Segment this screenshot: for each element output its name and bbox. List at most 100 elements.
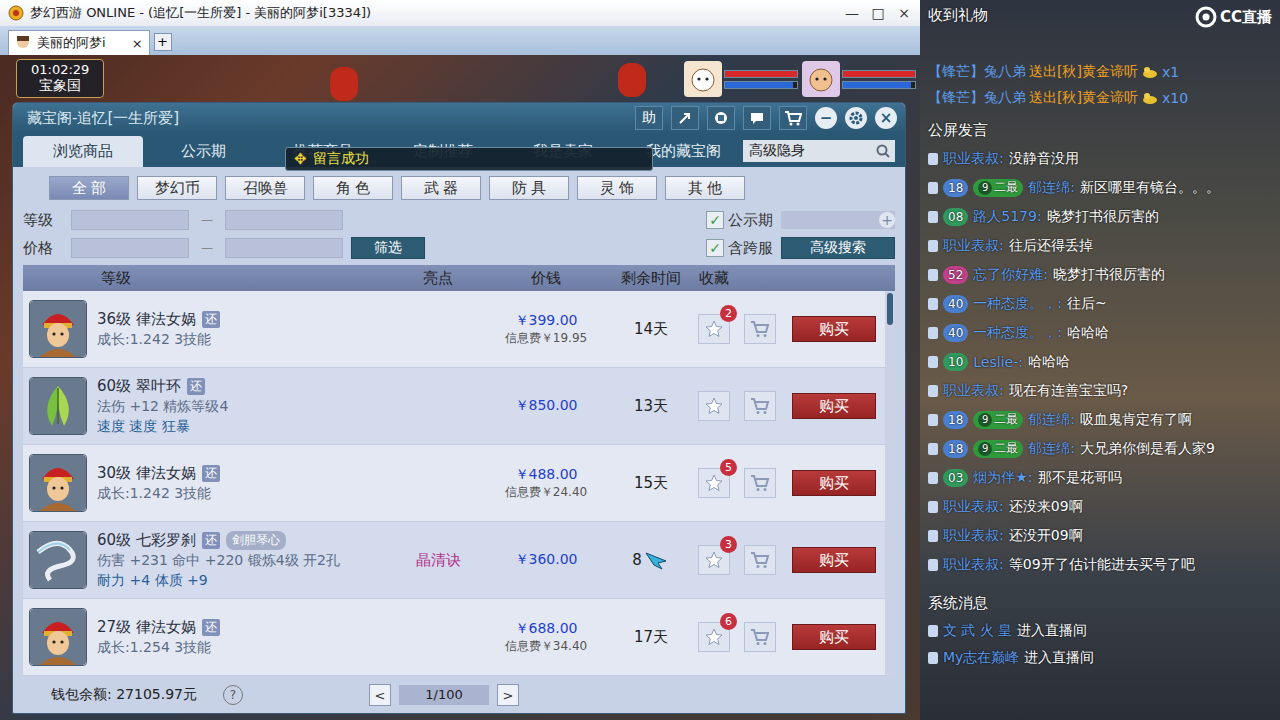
category-button[interactable]: 武 器 [401,176,481,200]
settings-button[interactable] [845,107,867,129]
minimize-button[interactable]: − [815,107,837,129]
chat-user[interactable]: 郁连绵: [1028,179,1075,197]
gift-item: 【锋芒】兔八弟送出[秋]黄金谛听x10 [928,85,1280,111]
favorite-button[interactable] [698,391,730,421]
public-field[interactable]: + [781,211,895,229]
advanced-search-button[interactable]: 高级搜索 [781,237,895,259]
public-checkbox[interactable]: ✓公示期 [706,211,773,230]
chat-user[interactable]: 职业表叔: [943,237,1004,255]
live-stream-panel: CC直播收到礼物【锋芒】兔八弟送出[秋]黄金谛听x1【锋芒】兔八弟送出[秋]黄金… [920,0,1280,720]
chat-user[interactable]: 职业表叔: [943,556,1004,574]
info-fee: 信息费￥24.40 [505,484,587,501]
chat-user[interactable]: 职业表叔: [943,498,1004,516]
goods-row[interactable]: 27级 律法女娲还成长:1.254 3技能￥688.00信息费￥34.4017天… [23,599,885,676]
cart-button[interactable] [779,106,807,130]
chat-user[interactable]: 一种态度。，: [973,324,1062,342]
chat-user[interactable]: 职业表叔: [943,150,1004,168]
favorite-button[interactable]: 3 [698,545,730,575]
star-icon [704,319,724,339]
buy-button[interactable]: 购买 [792,393,876,419]
wallet-help-button[interactable]: ? [223,685,243,705]
close-button[interactable]: × [875,107,897,129]
window-control[interactable]: × [892,2,916,24]
favorite-button[interactable]: 2 [698,314,730,344]
chat-user[interactable]: 忘了你好难: [973,266,1048,284]
category-button[interactable]: 召唤兽 [225,176,305,200]
cart-icon [750,474,770,492]
price-min-field[interactable] [71,238,189,258]
chat-user[interactable]: 郁连绵: [1028,440,1075,458]
chat-message: 职业表叔:还没来09啊 [928,492,1280,521]
add-to-cart-button[interactable] [744,622,776,652]
category-button[interactable]: 防 具 [489,176,569,200]
category-button[interactable]: 全 部 [49,176,129,200]
system-message: My志在巅峰进入直播间 [928,644,1280,671]
category-button[interactable]: 角 色 [313,176,393,200]
category-button[interactable]: 灵 饰 [577,176,657,200]
chat-user[interactable]: 职业表叔: [943,527,1004,545]
chat-message: 职业表叔:还没开09啊 [928,521,1280,550]
tab-close-button[interactable]: × [132,36,143,51]
scrollbar[interactable] [885,291,895,677]
price-max-field[interactable] [225,238,343,258]
new-tab-button[interactable]: + [154,33,172,51]
star-icon [704,627,724,647]
share-button[interactable] [671,106,699,130]
goods-row[interactable]: 60级 七彩罗刹还剑胆琴心伤害 +231 命中 +220 锻炼4级 开2孔耐力 … [23,522,885,599]
window-control[interactable]: □ [866,2,890,24]
game-time: 01:02:29 [31,62,89,77]
chat-user[interactable]: 郁连绵: [1028,411,1075,429]
cross-server-checkbox[interactable]: ✓含跨服 [706,239,773,258]
party-member[interactable] [802,61,916,97]
cart-icon [750,397,770,415]
client-tab[interactable]: 美丽的阿梦i× [8,30,150,55]
party-member[interactable] [684,61,798,97]
level-min-field[interactable] [71,210,189,230]
window-control[interactable]: — [840,2,864,24]
chat-user[interactable]: Leslie-: [973,354,1023,370]
star-icon [704,396,724,416]
chat-message: 职业表叔:现在有连善宝宝吗? [928,376,1280,405]
pet-portrait-icon [29,300,87,358]
price: ￥850.00 [515,397,578,415]
page-indicator: 1/100 [399,685,489,705]
stop-button[interactable] [707,106,735,130]
search-field[interactable]: 高级隐身 [743,140,895,162]
add-button[interactable]: + [879,212,895,228]
special-tag: 剑胆琴心 [226,531,286,550]
buy-button[interactable]: 购买 [792,624,876,650]
category-button[interactable]: 其 他 [665,176,745,200]
treasure-tab[interactable]: 浏览商品 [23,136,143,167]
next-page-button[interactable]: > [497,684,519,706]
treasure-tab[interactable]: 公示期 [143,136,263,167]
level-max-field[interactable] [225,210,343,230]
chat-user[interactable]: 路人5179: [973,208,1041,226]
price: ￥488.00 [515,466,578,484]
pager: <1/100 > [369,684,519,706]
buy-button[interactable]: 购买 [792,316,876,342]
pet-portrait-icon [684,61,722,97]
message-button[interactable] [743,106,771,130]
favorite-button[interactable]: 6 [698,622,730,652]
favorite-button[interactable]: 5 [698,468,730,498]
goods-row[interactable]: 36级 律法女娲还成长:1.242 3技能￥399.00信息费￥19.9514天… [23,291,885,368]
buy-button[interactable]: 购买 [792,470,876,496]
add-to-cart-button[interactable] [744,545,776,575]
buy-button[interactable]: 购买 [792,547,876,573]
chat-user[interactable]: 烟为伴★: [973,469,1032,487]
goods-row[interactable]: 60级 翠叶环还法伤 +12 精炼等级4速度 速度 狂暴￥850.0013天购买 [23,368,885,445]
add-to-cart-button[interactable] [744,391,776,421]
prev-page-button[interactable]: < [369,684,391,706]
category-button[interactable]: 梦幻币 [137,176,217,200]
chat-user[interactable]: 职业表叔: [943,382,1004,400]
help-button[interactable]: 助 [635,106,663,130]
chat-message: 职业表叔:往后还得丢掉 [928,231,1280,260]
add-to-cart-button[interactable] [744,468,776,498]
goods-row[interactable]: 30级 律法女娲还成长:1.242 3技能￥488.00信息费￥24.4015天… [23,445,885,522]
filter-button[interactable]: 筛选 [351,237,425,259]
stop-icon [713,110,729,126]
star-icon [704,473,724,493]
treasure-title-bar: 藏宝阁-追忆[一生所爱]助−× [13,103,905,133]
chat-user[interactable]: 一种态度。，: [973,295,1062,313]
add-to-cart-button[interactable] [744,314,776,344]
